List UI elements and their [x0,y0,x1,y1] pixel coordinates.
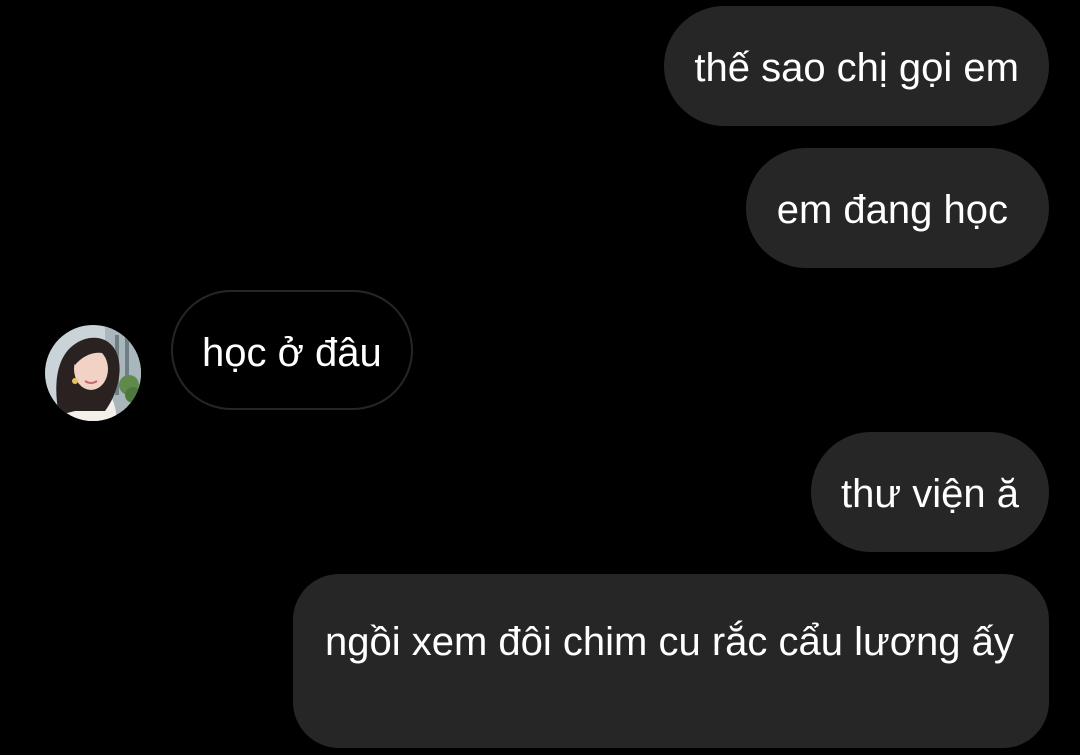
avatar-icon[interactable] [45,325,141,421]
message-text: ngồi xem đôi chim cu rắc cẩu lương ấy [325,620,1014,664]
sent-message-bubble[interactable]: ngồi xem đôi chim cu rắc cẩu lương ấy [293,574,1049,748]
message-text: thế sao chị gọi em [694,46,1019,90]
sent-message-bubble[interactable]: thư viện ă [811,432,1049,552]
message-thread: thế sao chị gọi em em đang học học ở đâu… [0,0,1080,755]
message-text: học ở đâu [202,331,382,375]
message-text: thư viện ă [841,472,1019,516]
message-text: em đang học [776,188,1008,232]
received-message-bubble[interactable]: học ở đâu [171,290,413,410]
sent-message-bubble[interactable]: thế sao chị gọi em [664,6,1049,126]
sent-message-bubble[interactable]: em đang học [745,148,1049,268]
